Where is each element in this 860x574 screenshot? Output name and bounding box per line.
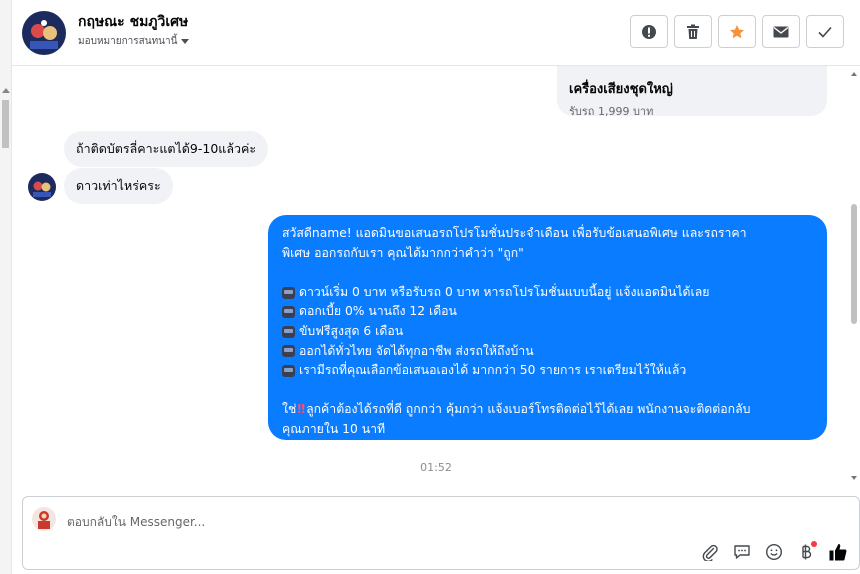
sender-avatar[interactable]	[28, 173, 56, 201]
message-line: พิเศษ ออกรถกับเรา คุณได้มากกว่าคำว่า "ถู…	[282, 245, 524, 260]
paperclip-icon	[702, 544, 718, 561]
car-emoji-icon	[282, 364, 295, 377]
message-line: สวัสดีname! แอดมินขอเสนอรถโปรโมชั่นประจำ…	[282, 226, 747, 240]
message-timestamp: 01:52	[420, 461, 452, 474]
product-subtitle: รับรถ 1,999 บาท	[569, 105, 654, 118]
header-actions	[630, 15, 844, 48]
message-line: คุณภายใน 10 นาที	[282, 421, 386, 436]
double-exclamation-icon: ‼	[297, 402, 306, 417]
trash-icon	[687, 24, 699, 39]
conversation-header: กฤษณะ ชมภูวิเศษ มอบหมายการสนทนานี้	[12, 0, 860, 66]
incoming-message[interactable]: ถ้าติดบัตรลี่คาะแตได้9-10แล้วค่ะ	[64, 131, 269, 167]
bullet-line: ออกได้ทั่วไทย จัดได้ทุกอาชีพ ส่งรถให้ถึง…	[282, 342, 813, 362]
scroll-up-arrow-icon[interactable]	[2, 88, 10, 93]
checkmark-icon	[818, 26, 832, 38]
car-emoji-icon	[282, 286, 295, 299]
contact-avatar[interactable]	[22, 11, 66, 55]
bullet-line: ขับฟรีสูงสุด 6 เดือน	[282, 322, 813, 342]
car-emoji-icon	[282, 325, 295, 338]
delete-button[interactable]	[674, 15, 712, 48]
like-button[interactable]	[827, 541, 849, 563]
notification-dot	[811, 541, 817, 547]
car-emoji-icon	[282, 345, 295, 358]
envelope-icon	[773, 26, 789, 37]
star-icon	[730, 24, 744, 38]
bullet-line: เรามีรถที่คุณเลือกข้อเสนอเองได้ มากกว่า …	[282, 361, 813, 381]
alert-button[interactable]	[630, 15, 668, 48]
bullet-line: ดอกเบี้ย 0% นานถึง 12 เดือน	[282, 302, 813, 322]
smiley-icon	[765, 543, 783, 561]
chat-scrollbar[interactable]	[848, 66, 860, 486]
exclamation-icon	[642, 24, 656, 39]
star-button[interactable]	[718, 15, 756, 48]
mail-button[interactable]	[762, 15, 800, 48]
contact-name[interactable]: กฤษณะ ชมภูวิเศษ	[78, 11, 188, 33]
reply-input[interactable]: ตอบกลับใน Messenger...	[67, 513, 205, 532]
scrollbar-thumb[interactable]	[2, 100, 9, 148]
product-title: เครื่องเสียงชุดใหญ่	[569, 82, 673, 97]
left-scrollbar[interactable]	[0, 0, 12, 574]
saved-replies-button[interactable]	[731, 541, 753, 563]
product-card[interactable]: เครื่องเสียงชุดใหญ่ รับรถ 1,999 บาท	[557, 66, 827, 118]
reply-composer[interactable]: ตอบกลับใน Messenger...	[22, 496, 860, 570]
assign-conversation-dropdown[interactable]: มอบหมายการสนทนานี้	[78, 34, 190, 49]
outgoing-message[interactable]: สวัสดีname! แอดมินขอเสนอรถโปรโมชั่นประจำ…	[268, 215, 827, 440]
incoming-message[interactable]: ดาวเท่าไหร่คระ	[64, 168, 173, 204]
car-emoji-icon	[282, 306, 295, 319]
chat-bubble-icon	[734, 545, 750, 559]
chat-scrollbar-thumb[interactable]	[851, 204, 857, 324]
composer-tools	[699, 541, 849, 563]
mark-done-button[interactable]	[806, 15, 844, 48]
assign-label: มอบหมายการสนทนานี้	[78, 36, 178, 47]
attach-button[interactable]	[699, 541, 721, 563]
bullet-line: ดาวน์เริ่ม 0 บาท หรือรับรถ 0 บาท หารถโปร…	[282, 283, 813, 303]
scroll-down-icon[interactable]	[851, 476, 857, 480]
emoji-button[interactable]	[763, 541, 785, 563]
caret-down-icon	[181, 39, 190, 44]
thumbs-up-icon	[829, 544, 847, 561]
payment-button[interactable]	[795, 541, 817, 563]
scroll-up-icon[interactable]	[851, 72, 857, 76]
message-line: ใช่ ‼ ลูกค้าต้องได้รถที่ดี ถูกกว่า คุ้มกว่…	[282, 400, 813, 420]
page-avatar	[32, 507, 56, 531]
